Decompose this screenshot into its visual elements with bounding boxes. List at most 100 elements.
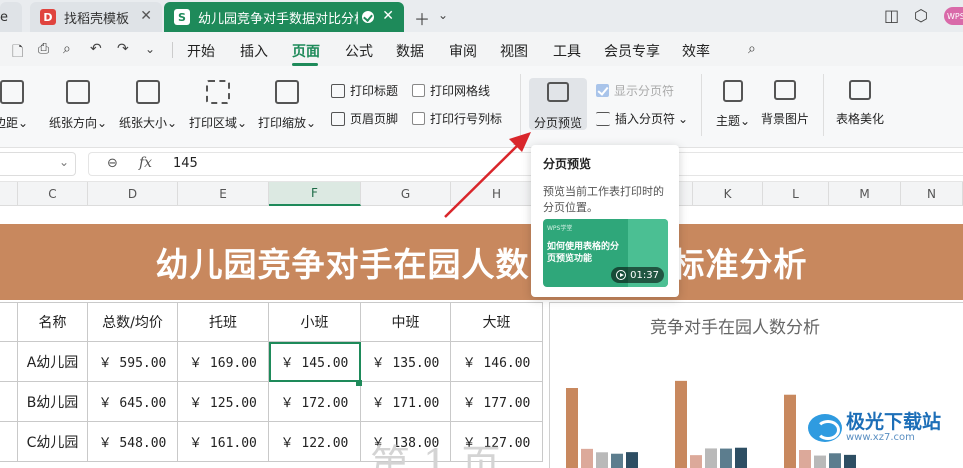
column-header-e[interactable]: E bbox=[178, 182, 269, 206]
menu-insert[interactable]: 插入 bbox=[240, 41, 268, 61]
close-icon[interactable]: ✕ bbox=[140, 8, 152, 24]
tab-partial[interactable]: e bbox=[0, 2, 22, 32]
column-header-h[interactable]: H bbox=[451, 182, 543, 206]
table-cell[interactable]: ￥ 161.00 bbox=[178, 422, 269, 462]
fx-icon[interactable]: fx bbox=[139, 155, 152, 171]
table-header[interactable]: 名称 bbox=[18, 302, 88, 342]
close-icon[interactable]: ✕ bbox=[382, 8, 394, 24]
table-cell[interactable]: ￥ 172.00 bbox=[269, 382, 361, 422]
margins-icon bbox=[0, 80, 25, 104]
tab-docer-templates[interactable]: D 找稻壳模板 ✕ bbox=[30, 2, 162, 32]
search-icon[interactable]: ⌕ bbox=[748, 41, 756, 57]
menu-page[interactable]: 页面 bbox=[292, 41, 320, 61]
margins-button[interactable]: 页边距⌄ bbox=[0, 80, 28, 131]
menu-view[interactable]: 视图 bbox=[500, 41, 528, 61]
menu-data[interactable]: 数据 bbox=[396, 41, 424, 61]
selected-cell[interactable]: ￥ 145.00 bbox=[269, 342, 361, 382]
column-header-d[interactable]: D bbox=[88, 182, 178, 206]
chevron-down-icon[interactable]: ⌄ bbox=[59, 155, 69, 169]
background-image-button[interactable]: 背景图片 bbox=[761, 80, 809, 127]
print-scale-button[interactable]: 打印缩放⌄ bbox=[258, 80, 316, 131]
zoom-formula-icon[interactable]: ⊖ bbox=[107, 156, 118, 171]
table-header[interactable]: 托班 bbox=[178, 302, 269, 342]
table-cell[interactable]: ￥ 548.00 bbox=[88, 422, 178, 462]
table-cell[interactable] bbox=[0, 382, 18, 422]
cube-icon[interactable]: ⬡ bbox=[914, 6, 928, 25]
table-cell[interactable]: ￥ 645.00 bbox=[88, 382, 178, 422]
undo-icon[interactable]: ↶ bbox=[90, 41, 102, 57]
table-cell[interactable]: ￥ 125.00 bbox=[178, 382, 269, 422]
table-cell[interactable] bbox=[0, 342, 18, 382]
name-box[interactable]: ⌄ bbox=[0, 152, 76, 176]
orientation-button[interactable]: 纸张方向⌄ bbox=[49, 80, 107, 131]
page-break-preview-button[interactable]: 分页预览 bbox=[534, 82, 582, 131]
print-area-button[interactable]: 打印区域⌄ bbox=[189, 80, 247, 131]
table-beautify-button[interactable]: 表格美化 bbox=[836, 80, 884, 127]
table-cell[interactable] bbox=[0, 422, 18, 462]
menu-formula[interactable]: 公式 bbox=[345, 41, 373, 61]
table-header[interactable]: 大班 bbox=[451, 302, 543, 342]
bar-chart[interactable]: 竞争对手在园人数分析 bbox=[549, 302, 963, 468]
table-header[interactable]: 中班 bbox=[361, 302, 451, 342]
column-header-g[interactable]: G bbox=[361, 182, 451, 206]
print-gridlines-checkbox[interactable]: 打印网格线 bbox=[412, 82, 490, 99]
column-header-k[interactable]: K bbox=[693, 182, 763, 206]
dialog-launcher-icon[interactable]: ↘ bbox=[510, 138, 518, 148]
save-icon[interactable]: 🗋 bbox=[12, 41, 23, 65]
paper-size-button[interactable]: 纸张大小⌄ bbox=[119, 80, 177, 131]
chart-bar bbox=[735, 447, 747, 468]
chart-bar bbox=[784, 394, 796, 468]
print-headings-checkbox[interactable]: 打印行号列标 bbox=[412, 110, 502, 127]
sheet-banner-title: 幼儿园竞争对手在园人数 标准分析 bbox=[0, 224, 963, 300]
fill-handle[interactable] bbox=[356, 380, 362, 386]
column-header-c[interactable]: C bbox=[18, 182, 88, 206]
column-header-partial[interactable] bbox=[0, 182, 18, 206]
table-cell[interactable]: C幼儿园 bbox=[18, 422, 88, 462]
menu-efficiency[interactable]: 效率 bbox=[682, 41, 710, 61]
print-icon[interactable]: ⎙ bbox=[38, 41, 49, 57]
window-layout-icon[interactable]: ◫ bbox=[884, 6, 899, 25]
chart-bar bbox=[626, 452, 638, 468]
print-preview-icon[interactable]: ⌕ bbox=[63, 41, 71, 57]
chevron-down-icon[interactable]: ⌄ bbox=[438, 8, 448, 22]
table-cell[interactable]: ￥ 122.00 bbox=[269, 422, 361, 462]
insert-page-break-button[interactable]: 插入分页符 ⌄ bbox=[596, 110, 688, 127]
table-cell[interactable]: ￥ 135.00 bbox=[361, 342, 451, 382]
tab-active-workbook[interactable]: S 幼儿园竞争对手数据对比分析 1 ✕ bbox=[164, 2, 404, 32]
tutorial-video-thumbnail[interactable]: WPS学堂 如何使用表格的分页预览功能 01:37 bbox=[543, 219, 668, 287]
table-cell[interactable]: ￥ 169.00 bbox=[178, 342, 269, 382]
menu-tools[interactable]: 工具 bbox=[553, 41, 581, 61]
redo-icon[interactable]: ↷ bbox=[117, 41, 129, 57]
chart-bar bbox=[799, 450, 811, 468]
table-cell[interactable]: B幼儿园 bbox=[18, 382, 88, 422]
chart-bar bbox=[581, 448, 593, 468]
table-header[interactable]: 总数/均价 bbox=[88, 302, 178, 342]
avatar[interactable]: WPS bbox=[944, 7, 963, 25]
table-header[interactable]: 小班 bbox=[269, 302, 361, 342]
new-tab-plus-icon[interactable]: ＋ bbox=[414, 6, 430, 30]
table-cell[interactable]: A幼儿园 bbox=[18, 342, 88, 382]
menu-home[interactable]: 开始 bbox=[187, 41, 215, 61]
header-footer-button[interactable]: 页眉页脚 bbox=[331, 110, 398, 127]
menu-review[interactable]: 审阅 bbox=[449, 41, 477, 61]
column-header-m[interactable]: M bbox=[829, 182, 901, 206]
show-page-breaks-checkbox[interactable]: 显示分页符 bbox=[596, 82, 674, 99]
table-cell[interactable]: ￥ 146.00 bbox=[451, 342, 543, 382]
table-beautify-icon bbox=[849, 80, 871, 100]
print-titles-button[interactable]: 打印标题 bbox=[331, 82, 398, 99]
column-header-f[interactable]: F bbox=[269, 182, 361, 206]
chevron-down-icon[interactable]: ⌄ bbox=[145, 42, 155, 56]
theme-button[interactable]: 主题⌄ bbox=[716, 80, 750, 129]
table-cell[interactable]: ￥ 171.00 bbox=[361, 382, 451, 422]
table-cell[interactable]: ￥ 177.00 bbox=[451, 382, 543, 422]
menu-member[interactable]: 会员专享 bbox=[604, 41, 660, 61]
table-cell[interactable] bbox=[0, 302, 18, 342]
print-titles-label: 打印标题 bbox=[350, 84, 399, 98]
divider bbox=[701, 74, 702, 136]
formula-input[interactable]: 145 bbox=[173, 156, 198, 171]
background-image-label: 背景图片 bbox=[761, 112, 810, 126]
chart-bar bbox=[705, 448, 717, 468]
column-header-l[interactable]: L bbox=[763, 182, 829, 206]
column-header-n[interactable]: N bbox=[901, 182, 963, 206]
table-cell[interactable]: ￥ 595.00 bbox=[88, 342, 178, 382]
